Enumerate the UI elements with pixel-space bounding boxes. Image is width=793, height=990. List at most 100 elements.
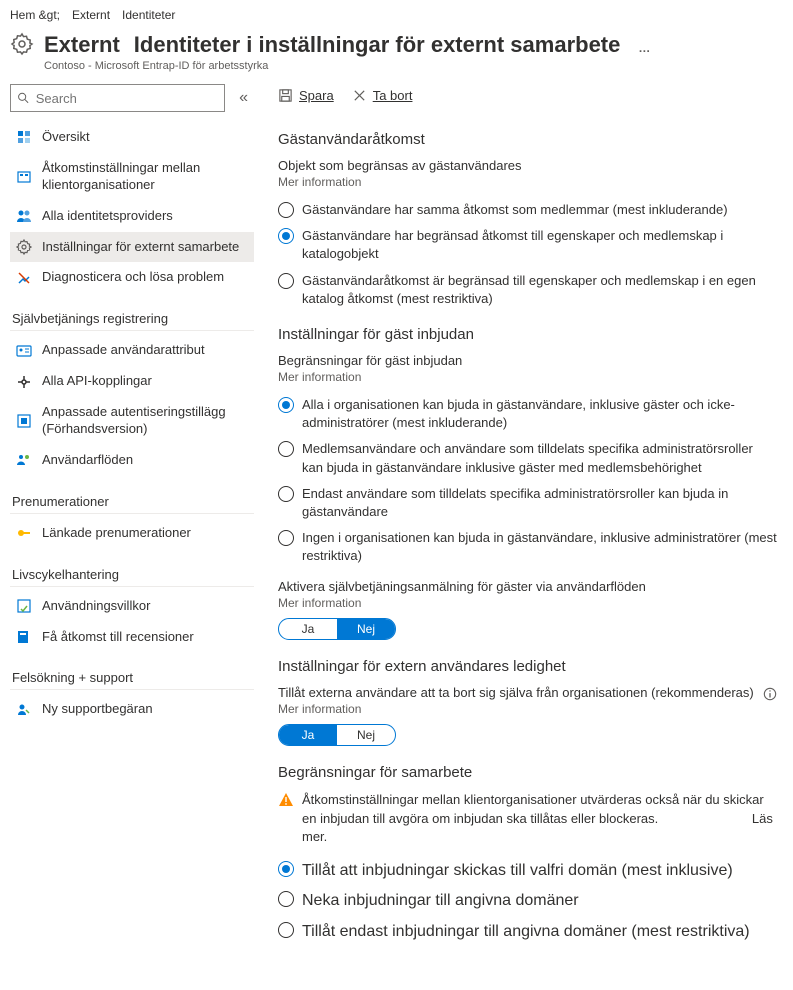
breadcrumb-external[interactable]: Externt <box>72 8 110 22</box>
gear-icon <box>16 239 32 255</box>
more-menu[interactable]: … <box>638 41 650 55</box>
radio-label: Alla i organisationen kan bjuda in gästa… <box>302 396 777 432</box>
leave-toggle[interactable]: Ja Nej <box>278 724 396 746</box>
radio-collab-deny[interactable]: Neka inbjudningar till angivna domäner <box>278 886 777 916</box>
cross-tenant-icon <box>16 169 32 185</box>
sidebar-item-providers[interactable]: Alla identitetsproviders <box>10 201 254 232</box>
radio-collab-allow-any[interactable]: Tillåt att inbjudningar skickas till val… <box>278 856 777 886</box>
providers-icon <box>16 208 32 224</box>
search-field[interactable] <box>36 91 218 106</box>
sidebar-item-user-flows[interactable]: Användarflöden <box>10 445 254 476</box>
terms-icon <box>16 598 32 614</box>
more-info-link[interactable]: Mer information <box>278 702 777 716</box>
search-input[interactable] <box>10 84 225 112</box>
page-title-right: Identiteter i inställningar för externt … <box>134 32 621 58</box>
radio-invite-none[interactable]: Ingen i organisationen kan bjuda in gäst… <box>278 525 777 569</box>
delete-button[interactable]: Ta bort <box>352 88 413 103</box>
sidebar-item-cross-tenant[interactable]: Åtkomstinställningar mellan klientorgani… <box>10 153 254 201</box>
sidebar: « Översikt Åtkomstinställningar mellan k… <box>0 84 254 977</box>
radio-label: Ingen i organisationen kan bjuda in gäst… <box>302 529 777 565</box>
sidebar-item-label: Användningsvillkor <box>42 598 150 615</box>
sidebar-item-auth-extensions[interactable]: Anpassade autentiseringstillägg (Förhand… <box>10 397 254 445</box>
breadcrumb-identities[interactable]: Identiteter <box>122 8 175 22</box>
radio-guest-restricted[interactable]: Gästanvändaråtkomst är begränsad till eg… <box>278 268 777 312</box>
radio-label: Endast användare som tilldelats specifik… <box>302 485 777 521</box>
user-flow-icon <box>16 452 32 468</box>
more-info-link[interactable]: Mer information <box>278 370 777 384</box>
toggle-no[interactable]: Nej <box>337 725 395 745</box>
self-signup-label: Aktivera självbetjäningsanmälning för gä… <box>278 579 777 594</box>
section-leave-title: Inställningar för extern användares ledi… <box>278 658 777 675</box>
gear-icon <box>10 32 34 59</box>
section-guest-access-sub: Objekt som begränsas av gästanvändares <box>278 158 777 173</box>
radio-invite-all[interactable]: Alla i organisationen kan bjuda in gästa… <box>278 392 777 436</box>
nav-group-lifecycle: Livscykelhantering <box>10 557 254 587</box>
radio-icon <box>278 530 294 546</box>
collapse-sidebar-button[interactable]: « <box>233 89 254 107</box>
sidebar-item-label: Åtkomstinställningar mellan klientorgani… <box>42 160 248 194</box>
radio-label: Gästanvändare har samma åtkomst som medl… <box>302 201 728 219</box>
delete-icon <box>352 88 367 103</box>
toggle-yes[interactable]: Ja <box>279 725 337 745</box>
sidebar-item-new-support[interactable]: Ny supportbegäran <box>10 694 254 725</box>
section-guest-access-title: Gästanvändaråtkomst <box>278 131 777 148</box>
radio-label: Neka inbjudningar till angivna domäner <box>302 890 579 912</box>
sidebar-item-custom-attrs[interactable]: Anpassade användarattribut <box>10 335 254 366</box>
sidebar-item-api-connectors[interactable]: Alla API-kopplingar <box>10 366 254 397</box>
radio-label: Medlemsanvändare och användare som tilld… <box>302 440 777 476</box>
sidebar-item-label: Inställningar för externt samarbete <box>42 239 239 256</box>
sidebar-item-access-reviews[interactable]: Få åtkomst till recensioner <box>10 622 254 653</box>
section-invite-title: Inställningar för gäst inbjudan <box>278 326 777 343</box>
support-icon <box>16 702 32 718</box>
sidebar-item-label: Alla API-kopplingar <box>42 373 152 390</box>
sidebar-item-collab-settings[interactable]: Inställningar för externt samarbete <box>10 232 254 263</box>
sidebar-item-label: Diagnosticera och lösa problem <box>42 269 224 286</box>
toggle-no[interactable]: Nej <box>337 619 395 639</box>
radio-invite-members[interactable]: Medlemsanvändare och användare som tilld… <box>278 436 777 480</box>
more-info-link[interactable]: Mer information <box>278 596 777 610</box>
sidebar-item-label: Länkade prenumerationer <box>42 525 191 542</box>
id-card-icon <box>16 343 32 359</box>
radio-icon <box>278 891 294 907</box>
radio-invite-admins[interactable]: Endast användare som tilldelats specifik… <box>278 481 777 525</box>
sidebar-item-label: Användarflöden <box>42 452 133 469</box>
radio-icon <box>278 202 294 218</box>
toolbar: Spara Ta bort <box>278 84 777 117</box>
page-subtitle: Contoso - Microsoft Entrap-ID för arbets… <box>44 60 650 72</box>
nav-group-subscriptions: Prenumerationer <box>10 484 254 514</box>
warning-text: Åtkomstinställningar mellan klientorgani… <box>302 792 764 825</box>
self-signup-toggle[interactable]: Ja Nej <box>278 618 396 640</box>
breadcrumb-home[interactable]: Hem &gt; <box>10 8 60 22</box>
key-icon <box>16 525 32 541</box>
save-label: Spara <box>299 88 334 103</box>
radio-label: Tillåt att inbjudningar skickas till val… <box>302 860 733 882</box>
toggle-yes[interactable]: Ja <box>279 619 337 639</box>
radio-guest-limited[interactable]: Gästanvändare har begränsad åtkomst till… <box>278 223 777 267</box>
radio-icon <box>278 273 294 289</box>
radio-icon <box>278 861 294 877</box>
more-info-link[interactable]: Mer information <box>278 175 777 189</box>
radio-collab-allow-only[interactable]: Tillåt endast inbjudningar till angivna … <box>278 917 777 947</box>
sidebar-item-terms[interactable]: Användningsvillkor <box>10 591 254 622</box>
collab-radio-group: Tillåt att inbjudningar skickas till val… <box>278 856 777 947</box>
warning-icon <box>278 792 294 808</box>
sidebar-item-diagnose[interactable]: Diagnosticera och lösa problem <box>10 262 254 293</box>
radio-icon <box>278 441 294 457</box>
sidebar-item-linked-subs[interactable]: Länkade prenumerationer <box>10 518 254 549</box>
page-title-left: Externt <box>44 32 120 58</box>
diagnose-icon <box>16 270 32 286</box>
radio-icon <box>278 486 294 502</box>
section-invite-sub: Begränsningar för gäst inbjudan <box>278 353 777 368</box>
save-icon <box>278 88 293 103</box>
info-icon[interactable] <box>763 687 777 701</box>
sidebar-item-label: Alla identitetsproviders <box>42 208 173 225</box>
overview-icon <box>16 129 32 145</box>
page-title: Externt Identiteter i inställningar för … <box>44 32 650 58</box>
radio-guest-same-access[interactable]: Gästanvändare har samma åtkomst som medl… <box>278 197 777 223</box>
extension-icon <box>16 413 32 429</box>
sidebar-item-overview[interactable]: Översikt <box>10 122 254 153</box>
page-header: Externt Identiteter i inställningar för … <box>0 26 793 74</box>
radio-icon <box>278 922 294 938</box>
save-button[interactable]: Spara <box>278 88 334 103</box>
collab-warning: Åtkomstinställningar mellan klientorgani… <box>278 791 777 846</box>
